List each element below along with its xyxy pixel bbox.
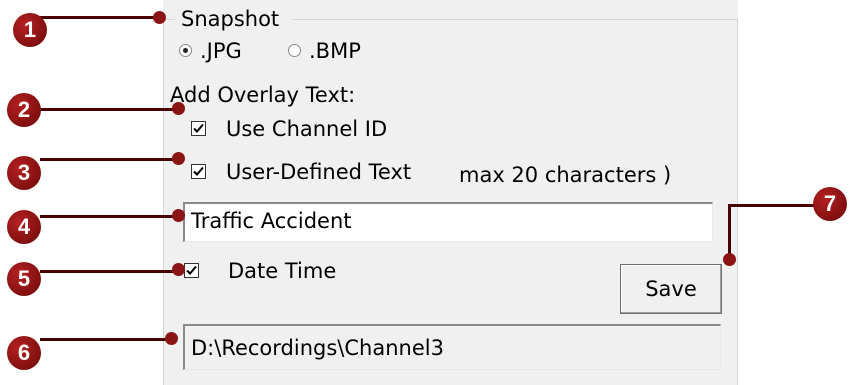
groupbox-right-border <box>737 19 738 385</box>
checkmark-icon <box>186 265 197 275</box>
checkmark-icon <box>193 123 204 133</box>
callout-line-7 <box>728 204 818 207</box>
snapshot-group-title: Snapshot <box>181 7 280 31</box>
callout-badge-2: 2 <box>7 93 41 127</box>
callout-badge-6: 6 <box>7 336 41 370</box>
callout-dot-6 <box>165 332 178 345</box>
groupbox-top-border-right <box>293 19 738 20</box>
save-button[interactable]: Save <box>620 264 722 314</box>
jpg-radio-label[interactable]: .JPG <box>200 38 242 64</box>
checkmark-icon <box>193 166 204 176</box>
callout-line-4 <box>40 215 178 218</box>
callout-dot-3 <box>172 152 185 165</box>
callout-badge-7: 7 <box>813 187 847 221</box>
snapshot-path-field: D:\Recordings\Channel3 <box>183 324 721 370</box>
max-characters-hint: max 20 characters ) <box>459 163 672 187</box>
use-channel-id-label[interactable]: Use Channel ID <box>226 116 387 142</box>
callout-badge-5: 5 <box>7 262 41 296</box>
callout-dot-4 <box>172 209 185 222</box>
add-overlay-text-label: Add Overlay Text: <box>170 83 356 107</box>
callout-line-6 <box>40 338 170 341</box>
callout-badge-4: 4 <box>7 210 41 244</box>
callout-line-3 <box>40 158 178 161</box>
callout-line-5 <box>40 270 178 273</box>
bmp-radio-button[interactable] <box>288 44 301 57</box>
callout-line-7-vertical <box>728 204 731 260</box>
callout-dot-1 <box>153 11 166 24</box>
bmp-radio-label[interactable]: .BMP <box>309 38 361 64</box>
callout-line-2 <box>40 108 178 111</box>
callout-badge-3: 3 <box>7 156 41 190</box>
overlay-text-input[interactable]: Traffic Accident <box>183 202 713 242</box>
callout-line-1 <box>40 16 158 19</box>
user-defined-text-checkbox[interactable] <box>191 164 206 179</box>
jpg-radio-button[interactable] <box>179 44 192 57</box>
groupbox-left-border <box>163 19 164 385</box>
callout-dot-2 <box>172 102 185 115</box>
callout-dot-7 <box>723 253 736 266</box>
use-channel-id-checkbox[interactable] <box>191 121 206 136</box>
date-time-label[interactable]: Date Time <box>228 258 336 284</box>
callout-dot-5 <box>172 263 185 276</box>
callout-badge-1: 1 <box>13 13 47 47</box>
date-time-checkbox[interactable] <box>184 263 199 278</box>
user-defined-text-label[interactable]: User-Defined Text <box>226 159 411 185</box>
